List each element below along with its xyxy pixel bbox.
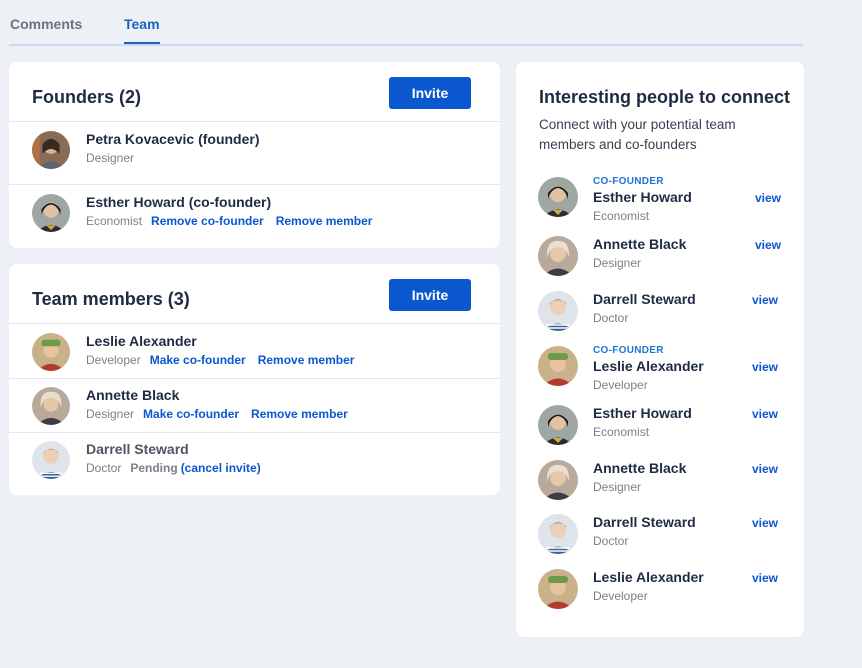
person-role: Designer [593, 256, 642, 270]
person-role: Doctor [86, 461, 122, 475]
view-profile-link[interactable]: view [755, 191, 781, 205]
make-cofounder-link[interactable]: Make co-founder [143, 407, 239, 421]
person-name: Darrell Steward [593, 514, 696, 530]
cofounder-tag: CO-FOUNDER [593, 176, 664, 187]
person-name: Leslie Alexander [593, 569, 704, 585]
team-members-card: Team members (3) Invite Leslie Alexander… [9, 264, 500, 495]
founders-card: Founders (2) Invite Petra Kovacevic (fou… [9, 62, 500, 248]
person-name: Esther Howard [593, 405, 692, 421]
tab-bar: Comments Team [9, 0, 803, 46]
member-row: Leslie Alexander Developer Make co-founde… [9, 325, 500, 379]
person-role: Economist [593, 209, 650, 223]
person-meta: Developer Make co-founder Remove member [86, 353, 354, 367]
view-profile-link[interactable]: view [752, 407, 778, 421]
person-name: Leslie Alexander [593, 358, 704, 374]
avatar [538, 514, 578, 554]
suggested-person: Leslie Alexander Developer view [516, 569, 804, 617]
person-role: Designer [86, 151, 135, 165]
suggested-person: Esther Howard Economist view [516, 405, 804, 453]
team-members-title: Team members (3) [32, 289, 190, 309]
founders-title: Founders (2) [32, 87, 142, 107]
suggested-person: CO-FOUNDER Leslie Alexander Developer view [516, 345, 804, 394]
view-profile-link[interactable]: view [752, 571, 778, 585]
avatar [538, 346, 578, 386]
person-role: Doctor [593, 311, 629, 325]
person-meta: Economist Remove co-founder Remove member [86, 214, 372, 228]
suggested-person: Annette Black Designer view [516, 236, 804, 284]
person-role: Designer [86, 407, 135, 421]
person-name: Leslie Alexander [86, 333, 197, 349]
divider [9, 121, 500, 122]
person-role: Developer [86, 353, 141, 367]
avatar [538, 177, 578, 217]
person-name: Annette Black [593, 236, 687, 252]
person-name: Darrell Steward [86, 441, 189, 457]
view-profile-link[interactable]: view [752, 516, 778, 530]
pending-status: Pending [130, 461, 178, 475]
avatar [32, 441, 70, 479]
cofounder-tag: CO-FOUNDER [593, 345, 664, 356]
suggested-person: Darrell Steward Doctor view [516, 291, 804, 339]
suggestions-card: Interesting people to connect Connect wi… [516, 62, 804, 637]
suggestions-description: Connect with your potential team members… [539, 117, 736, 152]
avatar [32, 387, 70, 425]
person-role: Developer [593, 378, 648, 392]
suggested-person: Darrell Steward Doctor view [516, 514, 804, 562]
person-role: Designer [593, 480, 642, 494]
avatar [538, 460, 578, 500]
person-role: Economist [593, 425, 650, 439]
person-role: Economist [86, 214, 143, 228]
avatar [538, 569, 578, 609]
member-row: Darrell Steward Doctor Pending (cancel inv… [9, 433, 500, 487]
divider [9, 323, 500, 324]
remove-cofounder-link[interactable]: Remove co-founder [151, 214, 264, 228]
tab-team[interactable]: Team [124, 16, 160, 44]
view-profile-link[interactable]: view [755, 238, 781, 252]
remove-member-link[interactable]: Remove member [251, 407, 348, 421]
make-cofounder-link[interactable]: Make co-founder [150, 353, 246, 367]
invite-founder-button[interactable]: Invite [389, 77, 471, 109]
person-meta: Designer Make co-founder Remove member [86, 407, 348, 421]
avatar [538, 405, 578, 445]
founder-row: Esther Howard (co-founder) Economist Remo… [9, 186, 500, 240]
avatar [32, 131, 70, 169]
person-name: Esther Howard [593, 189, 692, 205]
suggestions-title: Interesting people to connect [539, 87, 791, 107]
avatar [538, 291, 578, 331]
founder-row: Petra Kovacevic (founder) Designer [9, 123, 500, 177]
avatar [32, 333, 70, 371]
view-profile-link[interactable]: view [752, 293, 778, 307]
view-profile-link[interactable]: view [752, 462, 778, 476]
invite-member-button[interactable]: Invite [389, 279, 471, 311]
person-role: Doctor [593, 534, 629, 548]
divider [9, 184, 500, 185]
avatar [32, 194, 70, 232]
suggested-person: Annette Black Designer view [516, 460, 804, 508]
tab-comments[interactable]: Comments [10, 16, 82, 32]
member-row: Annette Black Designer Make co-founder Rem… [9, 379, 500, 433]
remove-member-link[interactable]: Remove member [258, 353, 355, 367]
view-profile-link[interactable]: view [752, 360, 778, 374]
avatar [538, 236, 578, 276]
person-name: Darrell Steward [593, 291, 696, 307]
person-meta: Doctor Pending (cancel invite) [86, 461, 261, 475]
cancel-invite-link[interactable]: (cancel invite) [181, 461, 261, 475]
person-name: Esther Howard (co-founder) [86, 194, 272, 210]
person-name: Annette Black [86, 387, 180, 403]
suggested-person: CO-FOUNDER Esther Howard Economist view [516, 176, 804, 225]
remove-member-link[interactable]: Remove member [276, 214, 373, 228]
person-meta: Designer [86, 151, 134, 165]
person-name: Petra Kovacevic (founder) [86, 131, 260, 147]
person-name: Annette Black [593, 460, 687, 476]
person-role: Developer [593, 589, 648, 603]
